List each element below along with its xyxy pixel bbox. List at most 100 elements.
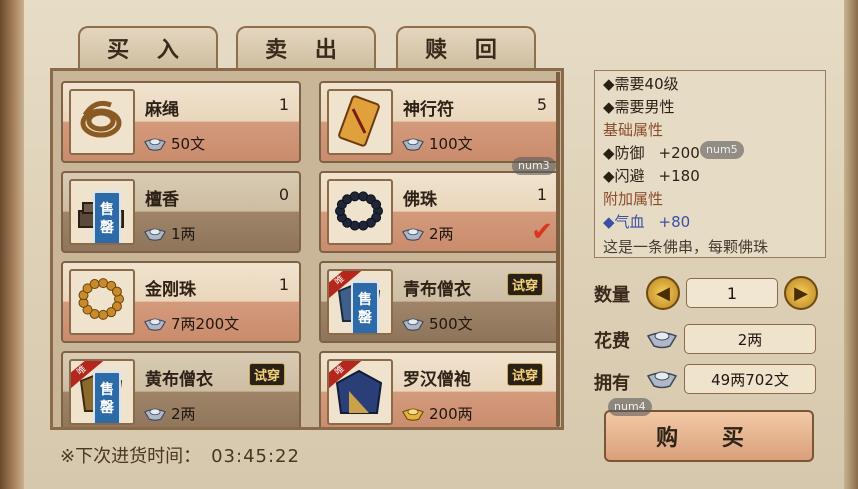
requirement-gender: ◆需要男性	[603, 98, 675, 116]
silver-ingot-icon	[144, 318, 166, 331]
silver-ingot-icon	[402, 318, 424, 331]
book-edge	[844, 0, 858, 489]
item-description[interactable]: ◆需要40级 ◆需要男性 基础属性 ◆防御 +200 ◆闪避 +180 附加属性 ◆…	[594, 70, 826, 258]
silver-ingot-icon	[402, 138, 424, 151]
item-card[interactable]: 麻绳 1 50文	[61, 81, 301, 163]
checkmark-icon: ✔	[531, 217, 553, 247]
tab-redeem[interactable]: 赎 回	[396, 26, 536, 68]
item-price-value: 2两	[171, 405, 196, 423]
robe-arhat-icon: 唯	[327, 359, 393, 425]
silver-ingot-icon	[144, 228, 166, 241]
dodge-value: +180	[658, 167, 700, 185]
defense-value: +200	[658, 144, 700, 162]
hp-label: ◆气血	[603, 213, 645, 231]
item-name: 麻绳	[145, 100, 179, 120]
item-card[interactable]: 金刚珠 1 7两200文	[61, 261, 301, 343]
item-card[interactable]: 唯罗汉僧袍 试穿 200两	[319, 351, 559, 427]
item-price-value: 50文	[171, 135, 206, 153]
item-price: 2两	[401, 223, 454, 244]
arrow-left-icon: ◀	[656, 282, 670, 304]
item-price-value: 1两	[171, 225, 196, 243]
rope-icon	[69, 89, 135, 155]
try-on-button[interactable]: 试穿	[249, 363, 286, 386]
item-card[interactable]: 唯售罄青布僧衣 试穿 500文	[319, 261, 559, 343]
overlay-badge-num5: num5	[700, 141, 744, 159]
item-quantity: 5	[536, 95, 547, 114]
item-price-value: 500文	[429, 315, 473, 333]
tab-sell[interactable]: 卖 出	[236, 26, 376, 68]
cost-value: 2两	[684, 324, 816, 354]
dodge-attribute: ◆闪避 +180	[603, 165, 825, 188]
base-attributes-title: 基础属性	[603, 121, 664, 139]
extra-attributes-title: 附加属性	[603, 190, 664, 208]
item-name: 青布僧衣	[403, 280, 471, 300]
talisman-icon	[327, 89, 393, 155]
item-price: 500文	[401, 313, 473, 334]
book-spine	[0, 0, 24, 489]
quantity-label: 数量	[594, 285, 630, 306]
item-price-value: 2两	[429, 225, 454, 243]
item-name: 佛珠	[403, 190, 437, 210]
dodge-label: ◆闪避	[603, 167, 645, 185]
try-on-button[interactable]: 试穿	[507, 273, 544, 296]
sold-out-tag: 售罄	[351, 281, 379, 333]
item-quantity: 0	[278, 185, 289, 204]
restock-time: 03:45:22	[211, 446, 300, 467]
increase-quantity-button[interactable]: ▶	[784, 276, 818, 310]
item-name: 黄布僧衣	[145, 370, 213, 390]
overlay-badge-num4: num4	[608, 398, 652, 416]
item-price: 2两	[143, 403, 196, 424]
tab-buy[interactable]: 买 入	[78, 26, 218, 68]
owned-label: 拥有	[594, 373, 630, 394]
item-name: 金刚珠	[145, 280, 196, 300]
requirement-level: ◆需要40级	[603, 75, 679, 93]
restock-timer: ※下次进货时间： 03:45:22	[60, 442, 300, 468]
incense-icon: 售罄	[69, 179, 135, 245]
item-quantity: 1	[278, 275, 289, 294]
item-name: 罗汉僧袍	[403, 370, 471, 390]
defense-label: ◆防御	[603, 144, 645, 162]
item-price: 7两200文	[143, 313, 239, 334]
item-price: 50文	[143, 133, 205, 154]
item-price: 1两	[143, 223, 196, 244]
silver-ingot-icon	[646, 331, 678, 349]
owned-value: 49两702文	[684, 364, 816, 394]
cost-label: 花费	[594, 331, 630, 352]
item-card[interactable]: 唯售罄黄布僧衣 试穿 2两	[61, 351, 301, 427]
beads-dark-icon	[327, 179, 393, 245]
beads-gold-icon	[69, 269, 135, 335]
overlay-badge-num3: num3	[512, 157, 556, 175]
robe-blue-icon: 唯售罄	[327, 269, 393, 335]
restock-label: ※下次进货时间：	[60, 446, 202, 467]
gold-ingot-icon	[402, 408, 424, 421]
arrow-right-icon: ▶	[794, 282, 808, 304]
item-quantity: 1	[278, 95, 289, 114]
sold-out-tag: 售罄	[93, 371, 121, 423]
decrease-quantity-button[interactable]: ◀	[646, 276, 680, 310]
hp-attribute: ◆气血 +80	[603, 211, 825, 234]
item-price: 100文	[401, 133, 473, 154]
item-price: 200两	[401, 403, 473, 424]
buy-button[interactable]: 购 买	[604, 410, 814, 462]
item-quantity: 1	[536, 185, 547, 204]
item-card[interactable]: 佛珠 1 2两 ✔	[319, 171, 559, 253]
silver-ingot-icon	[144, 408, 166, 421]
item-price-value: 7两200文	[171, 315, 240, 333]
silver-ingot-icon	[144, 138, 166, 151]
item-list[interactable]: 麻绳 1 50文 神行符 5 100文售罄檀香 0 1两 佛珠 1 2两 ✔ 金刚珠 1 7两200文唯售罄…	[50, 68, 564, 430]
sold-out-tag: 售罄	[93, 191, 121, 243]
silver-ingot-icon	[646, 371, 678, 389]
list-scrollbar[interactable]	[556, 72, 560, 426]
item-price-value: 100文	[429, 135, 473, 153]
try-on-button[interactable]: 试穿	[507, 363, 544, 386]
item-card[interactable]: 神行符 5 100文	[319, 81, 559, 163]
robe-yellow-icon: 唯售罄	[69, 359, 135, 425]
hp-value: +80	[658, 213, 691, 231]
item-card[interactable]: 售罄 檀香 0 1两	[61, 171, 301, 253]
item-price-value: 200两	[429, 405, 473, 423]
item-name: 檀香	[145, 190, 179, 210]
flavor-text: 这是一条佛串，每颗佛珠	[603, 238, 769, 256]
silver-ingot-icon	[402, 228, 424, 241]
item-name: 神行符	[403, 100, 454, 120]
quantity-input[interactable]: 1	[686, 278, 778, 308]
